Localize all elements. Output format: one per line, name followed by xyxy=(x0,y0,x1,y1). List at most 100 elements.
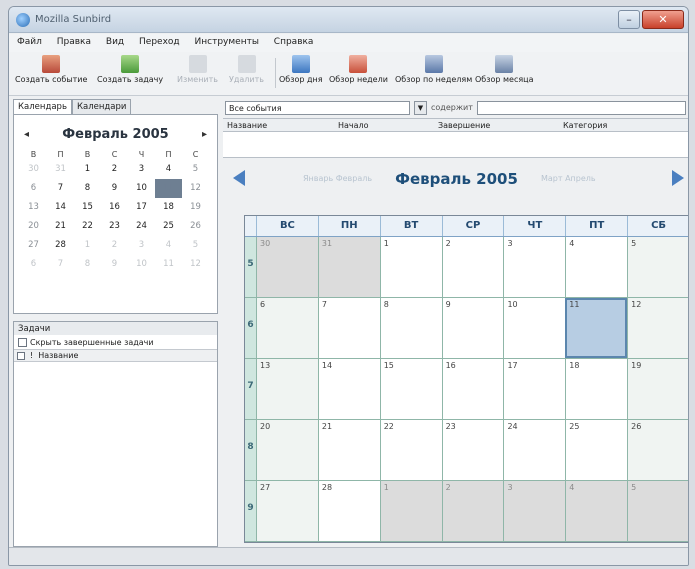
minical-day[interactable]: 31 xyxy=(47,160,74,179)
menu-file[interactable]: Файл xyxy=(9,34,48,50)
minical-day[interactable]: 15 xyxy=(74,198,101,217)
minical-next-icon[interactable]: ▸ xyxy=(202,129,207,140)
week-number[interactable]: 6 xyxy=(245,298,256,358)
day-cell[interactable]: 17 xyxy=(503,359,566,419)
next-month-icon[interactable] xyxy=(672,170,684,186)
minical-day[interactable]: 5 xyxy=(182,160,209,179)
chevron-down-icon[interactable]: ▼ xyxy=(414,100,427,115)
day-cell[interactable]: 27 xyxy=(256,481,318,541)
day-cell[interactable]: 15 xyxy=(379,359,442,419)
day-cell[interactable]: 7 xyxy=(317,298,380,358)
day-cell[interactable]: 21 xyxy=(317,420,380,480)
hide-completed-toggle[interactable]: Скрыть завершенные задачи xyxy=(14,335,217,349)
close-button[interactable]: ✕ xyxy=(642,10,684,29)
week-number[interactable]: 7 xyxy=(245,359,256,419)
week-view-button[interactable]: Обзор недели xyxy=(329,55,388,84)
minical-day[interactable]: 8 xyxy=(74,179,101,198)
minical-day[interactable]: 7 xyxy=(47,255,74,274)
day-cell[interactable]: 22 xyxy=(379,420,442,480)
day-cell[interactable]: 18 xyxy=(565,359,628,419)
day-cell[interactable]: 11 xyxy=(565,298,628,358)
day-cell[interactable]: 14 xyxy=(317,359,380,419)
menu-go[interactable]: Переход xyxy=(133,34,186,50)
tab-calendar[interactable]: Календарь xyxy=(13,99,72,114)
day-cell[interactable]: 4 xyxy=(565,237,628,297)
day-view-button[interactable]: Обзор дня xyxy=(279,55,323,84)
day-cell[interactable]: 1 xyxy=(379,237,442,297)
minical-day[interactable]: 11 xyxy=(155,179,182,198)
minical-day[interactable]: 25 xyxy=(155,217,182,236)
minical-day[interactable]: 10 xyxy=(128,179,155,198)
minical-day[interactable]: 18 xyxy=(155,198,182,217)
day-cell[interactable]: 2 xyxy=(441,481,504,541)
minical-day[interactable]: 19 xyxy=(182,198,209,217)
event-list[interactable] xyxy=(223,132,688,158)
column-start[interactable]: Начало xyxy=(338,121,369,130)
minical-day[interactable]: 13 xyxy=(20,198,47,217)
minical-day[interactable]: 17 xyxy=(128,198,155,217)
minical-day[interactable]: 30 xyxy=(20,160,47,179)
minical-day[interactable]: 23 xyxy=(101,217,128,236)
minical-day[interactable]: 8 xyxy=(74,255,101,274)
minical-day[interactable]: 2 xyxy=(101,236,128,255)
day-cell[interactable]: 3 xyxy=(503,481,566,541)
minical-day[interactable]: 5 xyxy=(182,236,209,255)
day-cell[interactable]: 28 xyxy=(317,481,380,541)
minical-day[interactable]: 16 xyxy=(101,198,128,217)
priority-column[interactable]: ! xyxy=(30,351,33,360)
minical-day[interactable]: 3 xyxy=(128,236,155,255)
minical-day[interactable]: 14 xyxy=(47,198,74,217)
minical-day[interactable]: 3 xyxy=(128,160,155,179)
search-input[interactable] xyxy=(476,100,686,115)
day-cell[interactable]: 25 xyxy=(565,420,628,480)
day-cell[interactable]: 10 xyxy=(503,298,566,358)
delete-button[interactable]: Удалить xyxy=(229,55,264,84)
day-cell[interactable]: 1 xyxy=(379,481,442,541)
minical-day[interactable]: 6 xyxy=(20,255,47,274)
minimize-button[interactable]: – xyxy=(618,10,640,29)
minical-day[interactable]: 4 xyxy=(155,236,182,255)
minical-day[interactable]: 28 xyxy=(47,236,74,255)
minical-day[interactable]: 1 xyxy=(74,236,101,255)
day-cell[interactable]: 6 xyxy=(256,298,318,358)
column-end[interactable]: Завершение xyxy=(438,121,490,130)
day-cell[interactable]: 30 xyxy=(256,237,318,297)
minical-day[interactable]: 1 xyxy=(74,160,101,179)
day-cell[interactable]: 26 xyxy=(627,420,688,480)
day-cell[interactable]: 20 xyxy=(256,420,318,480)
tab-calendars[interactable]: Календари xyxy=(71,99,132,114)
menu-view[interactable]: Вид xyxy=(100,34,130,50)
day-cell[interactable]: 12 xyxy=(627,298,688,358)
menu-help[interactable]: Справка xyxy=(268,34,320,50)
minical-day[interactable]: 4 xyxy=(155,160,182,179)
minical-day[interactable]: 2 xyxy=(101,160,128,179)
day-cell[interactable]: 8 xyxy=(379,298,442,358)
day-cell[interactable]: 31 xyxy=(317,237,380,297)
multiweek-view-button[interactable]: Обзор по неделям xyxy=(395,55,472,84)
minical-day[interactable]: 26 xyxy=(182,217,209,236)
day-cell[interactable]: 4 xyxy=(565,481,628,541)
menu-edit[interactable]: Правка xyxy=(51,34,97,50)
event-filter-select[interactable]: Все события xyxy=(225,100,410,115)
new-event-button[interactable]: Создать событие xyxy=(15,55,87,84)
minical-day[interactable]: 7 xyxy=(47,179,74,198)
new-task-button[interactable]: Создать задачу xyxy=(97,55,163,84)
minical-day[interactable]: 6 xyxy=(20,179,47,198)
hide-completed-checkbox[interactable] xyxy=(18,337,27,347)
day-cell[interactable]: 19 xyxy=(627,359,688,419)
minical-day[interactable]: 9 xyxy=(101,179,128,198)
day-cell[interactable]: 23 xyxy=(441,420,504,480)
title-column[interactable]: Название xyxy=(38,351,78,360)
day-cell[interactable]: 3 xyxy=(503,237,566,297)
day-cell[interactable]: 5 xyxy=(627,237,688,297)
day-cell[interactable]: 5 xyxy=(627,481,688,541)
week-number[interactable]: 5 xyxy=(245,237,256,297)
week-number[interactable]: 9 xyxy=(245,481,256,541)
day-cell[interactable]: 16 xyxy=(441,359,504,419)
minical-day[interactable]: 9 xyxy=(101,255,128,274)
minical-day[interactable]: 27 xyxy=(20,236,47,255)
minical-day[interactable]: 24 xyxy=(128,217,155,236)
minical-day[interactable]: 12 xyxy=(182,255,209,274)
day-cell[interactable]: 9 xyxy=(441,298,504,358)
column-category[interactable]: Категория xyxy=(563,121,607,130)
